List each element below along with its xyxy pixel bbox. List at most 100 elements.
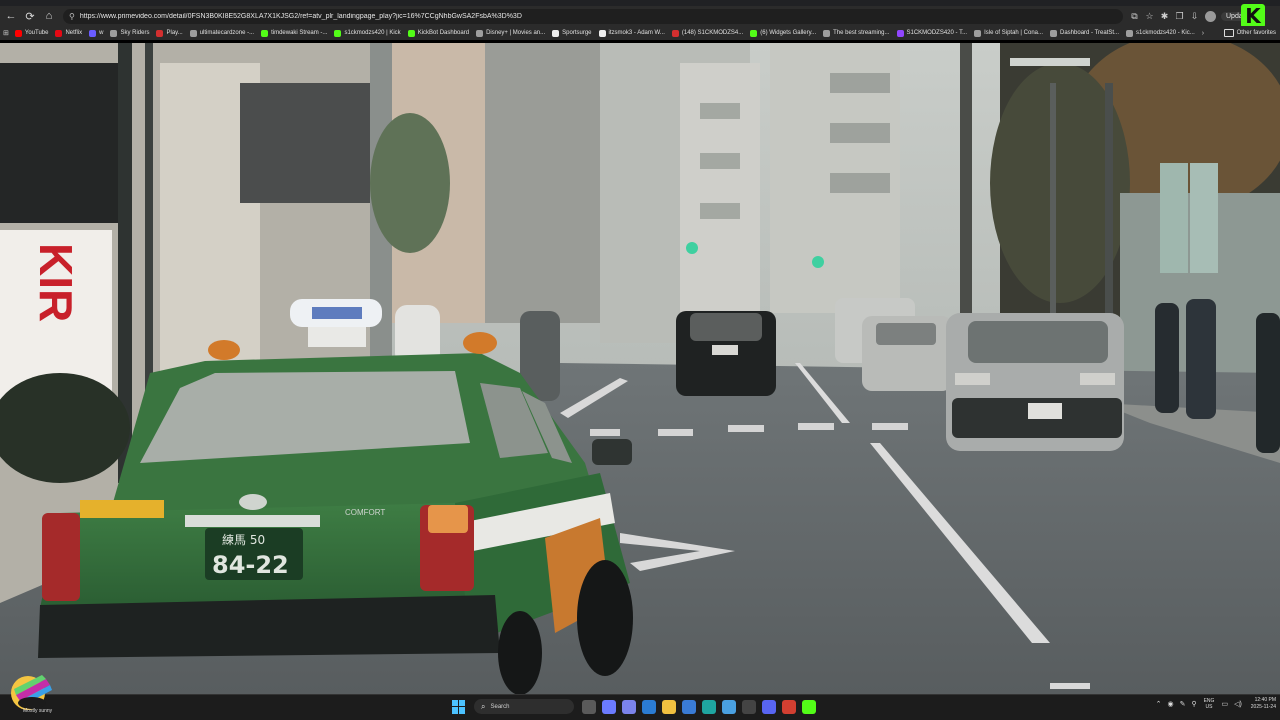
bookmark-item[interactable]: Dashboard - TreatSt... xyxy=(1050,29,1120,37)
bookmarks-overflow-icon[interactable]: › xyxy=(1202,28,1204,38)
edge-icon[interactable] xyxy=(702,699,716,714)
other-favorites[interactable]: Other favorites xyxy=(1219,26,1276,40)
bookmark-favicon-icon xyxy=(261,29,269,37)
refresh-icon[interactable]: ⟳ xyxy=(22,8,38,24)
start-button[interactable] xyxy=(452,699,466,714)
bookmark-label: Sportsurge xyxy=(562,30,592,36)
bookmark-favicon-icon xyxy=(552,29,560,37)
bookmark-label: (6) Widgets Gallery... xyxy=(760,30,817,36)
bookmark-label: s1ckmodzs420 | Kick xyxy=(344,30,401,36)
home-icon[interactable]: ⌂ xyxy=(41,8,57,24)
bookmark-favicon-icon xyxy=(476,29,484,37)
browser-toolbar: ← ⟳ ⌂ ⚲ https://www.primevideo.com/detai… xyxy=(0,6,1280,26)
other-favorites-label: Other favorites xyxy=(1236,30,1276,36)
bookmark-label: Dashboard - TreatSt... xyxy=(1060,30,1120,36)
network-icon[interactable]: ▭ xyxy=(1221,700,1228,708)
bookmark-item[interactable]: Sky Riders xyxy=(110,29,150,37)
photos-icon[interactable] xyxy=(722,699,736,714)
bookmark-item[interactable]: YouTube xyxy=(14,29,49,37)
file-explorer-icon[interactable] xyxy=(662,699,676,714)
bookmark-label: w xyxy=(99,30,104,36)
bookmark-label: timdewaki Stream -... xyxy=(271,30,328,36)
bookmark-item[interactable]: (6) Widgets Gallery... xyxy=(750,29,817,37)
bookmarks-bar: ⊞ YouTube Netflix w Sky Riders Play... ultima… xyxy=(0,26,1280,40)
bookmark-item[interactable]: Isle of Siptah | Cona... xyxy=(974,29,1043,37)
downloads-icon[interactable]: ⇩ xyxy=(1187,9,1202,24)
bookmark-label: (148) S1CKMODZS4... xyxy=(681,30,744,36)
copilot-icon[interactable] xyxy=(602,699,616,714)
bookmark-item[interactable]: ultimatecardzone -... xyxy=(189,29,255,37)
bookmark-label: ultimatecardzone -... xyxy=(199,30,255,36)
teams-icon[interactable] xyxy=(622,699,636,714)
location-icon[interactable]: ⚲ xyxy=(1191,700,1196,708)
language-line2: US xyxy=(1205,704,1213,710)
discord-icon[interactable] xyxy=(762,699,776,714)
taskbar: Mostly sunny ⌕ Search ⌃ ◉ ✎ ⚲ ENG US ▭ ◁… xyxy=(0,675,1280,720)
bookmark-favicon-icon xyxy=(55,29,63,37)
bookmark-favicon-icon xyxy=(334,29,342,37)
bookmark-item[interactable]: S1CKMODZS420 - T... xyxy=(896,29,968,37)
bookmark-label: YouTube xyxy=(24,30,49,36)
video-player[interactable]: KIR COMFORT 練馬 50 84-22 xyxy=(0,43,1280,694)
bookmark-item[interactable]: s1ckmodzs420 - Kic... xyxy=(1126,29,1195,37)
language-indicator[interactable]: ENG US xyxy=(1204,698,1215,710)
clock[interactable]: 12:40 PM 2025-11-24 xyxy=(1251,697,1276,711)
bookmark-label: Play... xyxy=(166,30,183,36)
bookmark-item[interactable]: Play... xyxy=(156,29,183,37)
address-bar[interactable]: ⚲ https://www.primevideo.com/detail/0FSN… xyxy=(63,8,1123,24)
bookmark-favicon-icon xyxy=(896,29,904,37)
mail-icon[interactable] xyxy=(642,699,656,714)
plate-number: 84-22 xyxy=(212,551,289,579)
store-icon[interactable] xyxy=(682,699,696,714)
bookmark-favicon-icon xyxy=(750,29,758,37)
plate-region: 練馬 50 xyxy=(222,533,265,547)
url-text: https://www.primevideo.com/detail/0FSN3B… xyxy=(79,12,522,20)
search-placeholder: Search xyxy=(490,703,510,710)
chrome-icon[interactable] xyxy=(782,699,796,714)
weather-text: Mostly sunny xyxy=(23,708,53,714)
clock-date: 2025-11-24 xyxy=(1250,704,1276,710)
volume-icon[interactable]: ◁) xyxy=(1234,700,1242,708)
steam-icon[interactable] xyxy=(742,699,756,714)
tray-app-icon[interactable]: ◉ xyxy=(1167,700,1173,708)
apps-icon[interactable]: ⊞ xyxy=(3,28,9,38)
bookmark-favicon-icon xyxy=(156,29,164,37)
install-app-icon[interactable]: ⧉ xyxy=(1127,9,1142,24)
bookmark-label: Netflix xyxy=(65,30,83,36)
task-view-icon[interactable] xyxy=(582,699,596,714)
bookmark-item[interactable]: w xyxy=(89,29,104,37)
taskbar-center: ⌕ Search xyxy=(452,699,819,714)
search-icon: ⌕ xyxy=(481,701,486,711)
bookmark-label: Sky Riders xyxy=(120,30,150,36)
bookmark-item[interactable]: Netflix xyxy=(55,29,83,37)
kick-logo-icon[interactable]: K xyxy=(1241,4,1265,28)
bookmark-item[interactable]: itzsmok3 - Adam W... xyxy=(598,29,665,37)
bookmark-item[interactable]: s1ckmodzs420 | Kick xyxy=(334,29,401,37)
pen-icon[interactable]: ✎ xyxy=(1180,700,1186,708)
bookmark-item[interactable]: (148) S1CKMODZS4... xyxy=(671,29,744,37)
bookmark-label: S1CKMODZS420 - T... xyxy=(906,30,968,36)
tray-overflow-icon[interactable]: ⌃ xyxy=(1156,700,1162,708)
kick-icon[interactable] xyxy=(802,699,816,714)
system-tray: ⌃ ◉ ✎ ⚲ ENG US ▭ ◁) 12:40 PM 2025-11-24 xyxy=(1153,697,1276,711)
bookmark-favicon-icon xyxy=(189,29,197,37)
bookmark-item[interactable]: Disney+ | Movies an... xyxy=(476,29,546,37)
bookmark-item[interactable]: timdewaki Stream -... xyxy=(261,29,328,37)
bookmark-favicon-icon xyxy=(14,29,22,37)
site-info-icon[interactable]: ⚲ xyxy=(69,12,75,21)
bookmark-favicon-icon xyxy=(407,29,415,37)
bookmark-label: itzsmok3 - Adam W... xyxy=(608,30,665,36)
taskbar-search[interactable]: ⌕ Search xyxy=(474,699,574,714)
back-icon[interactable]: ← xyxy=(3,8,19,24)
profile-avatar[interactable] xyxy=(1205,10,1216,22)
bookmark-label: The best streaming... xyxy=(833,30,890,36)
bookmark-item[interactable]: KickBot Dashboard xyxy=(407,29,469,37)
bookmark-item[interactable]: The best streaming... xyxy=(823,29,890,37)
extensions-icon[interactable]: ✱ xyxy=(1157,9,1172,24)
bookmark-item[interactable]: Sportsurge xyxy=(552,29,592,37)
bookmark-favicon-icon xyxy=(671,29,679,37)
bookmark-favicon-icon xyxy=(1126,29,1134,37)
collections-icon[interactable]: ❐ xyxy=(1172,9,1187,24)
bookmark-label: Disney+ | Movies an... xyxy=(486,30,546,36)
favorite-star-icon[interactable]: ☆ xyxy=(1142,9,1157,24)
